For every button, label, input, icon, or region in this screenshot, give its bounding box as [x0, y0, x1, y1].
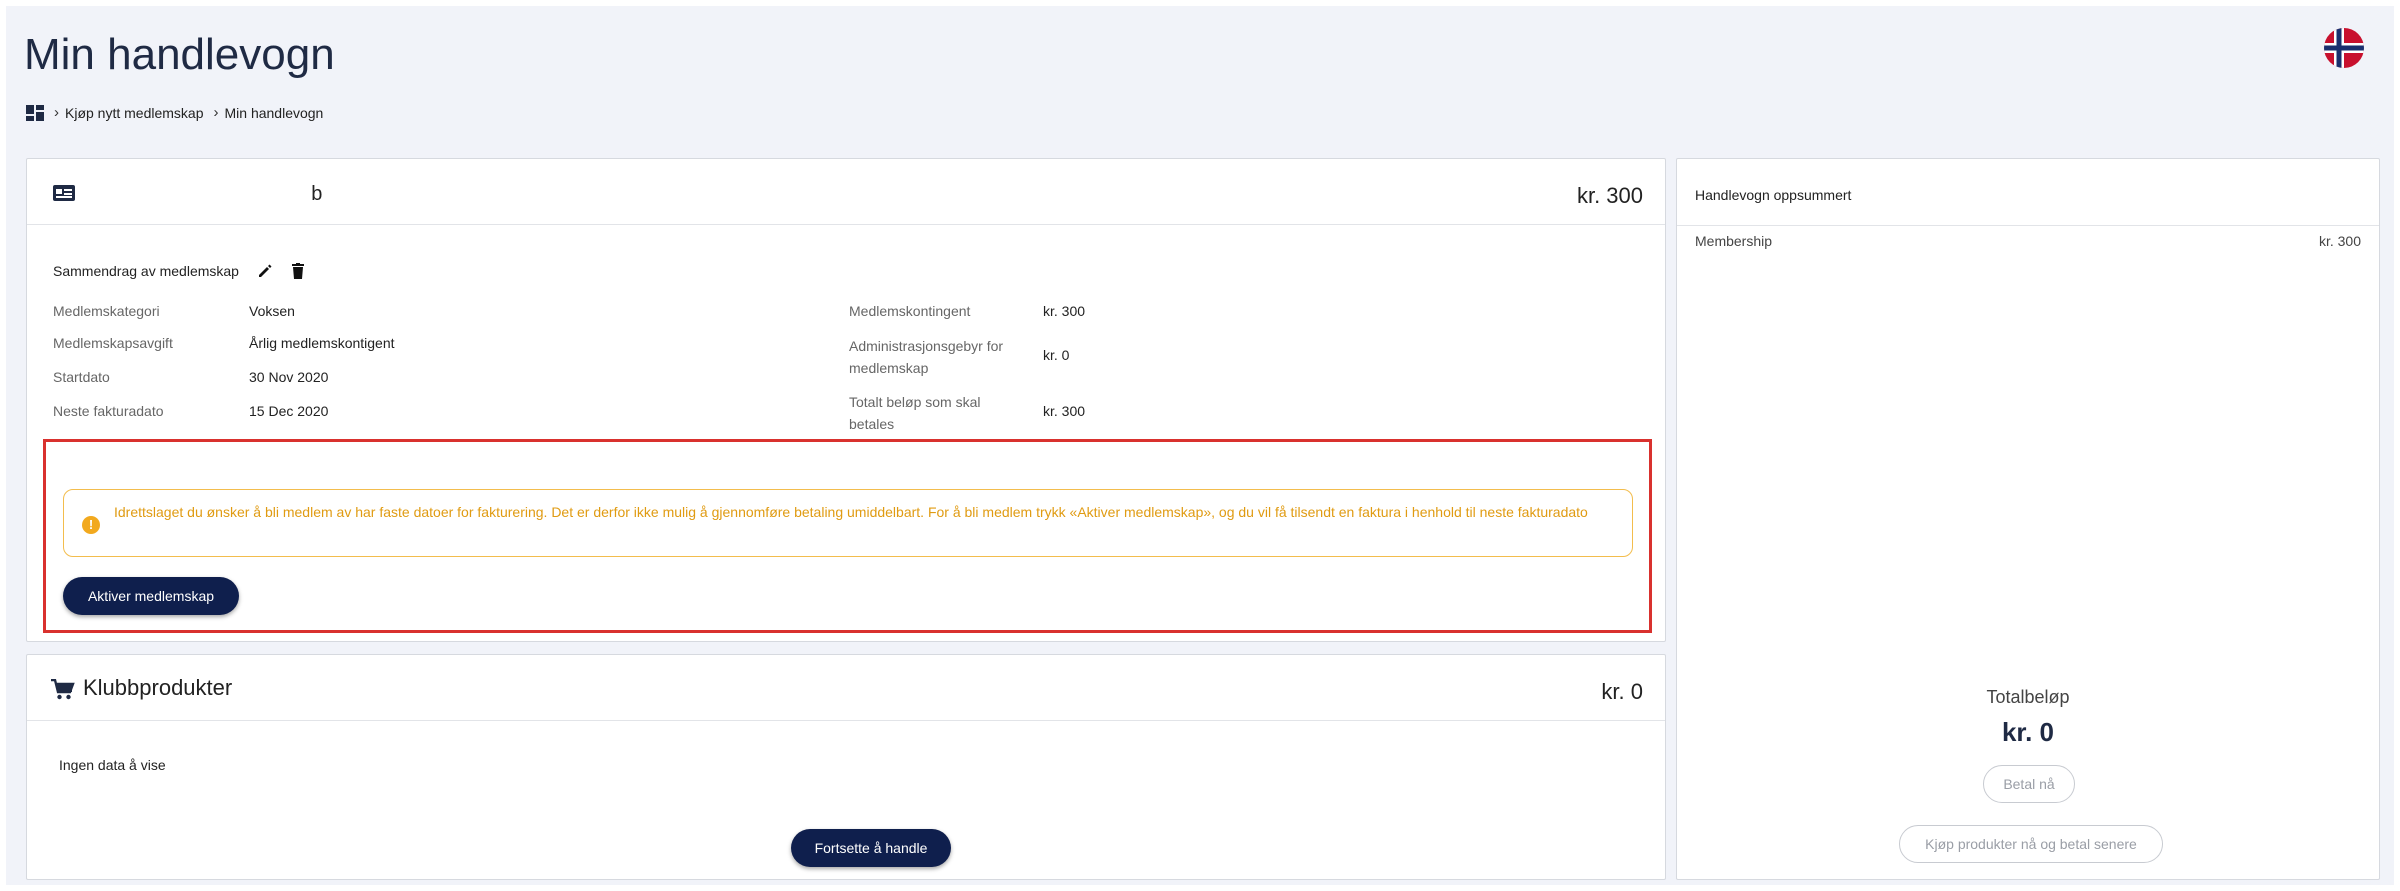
- detail-value: 30 Nov 2020: [249, 369, 328, 385]
- detail-value-text: Voksen: [249, 303, 295, 319]
- detail-value: kr. 300: [1043, 303, 1085, 319]
- membership-summary-header: Sammendrag av medlemskap: [53, 263, 305, 279]
- detail-value: kr. 0: [1043, 347, 1069, 363]
- continue-shopping-button[interactable]: Fortsette å handle: [791, 829, 951, 867]
- divider: [1677, 225, 2379, 226]
- detail-value-text: kr. 300: [1043, 403, 1086, 419]
- activate-membership-button[interactable]: Aktiver medlemskap: [63, 577, 239, 615]
- breadcrumb: › Kjøp nytt medlemskap › Min handlevogn: [26, 104, 323, 121]
- products-title: Klubbprodukter: [83, 675, 233, 700]
- chevron-right-icon: ›: [54, 104, 59, 121]
- detail-label: Medlemskontingent: [849, 303, 971, 319]
- detail-value-text: kr. 300: [1043, 303, 1086, 319]
- breadcrumb-item-cart: Min handlevogn: [224, 104, 324, 121]
- detail-label: Startdato: [53, 369, 110, 385]
- products-card-header: Klubbprodukter kr. 0: [27, 655, 1665, 721]
- cart-icon: [51, 678, 75, 706]
- empty-state-text: Ingen data å vise: [59, 757, 166, 773]
- cart-summary-card: Handlevogn oppsummert Membership kr. 300…: [1676, 158, 2380, 880]
- detail-value-text: kr. 0: [1043, 347, 1070, 363]
- detail-row: Neste fakturadato: [53, 403, 164, 419]
- detail-value: 15 Dec 2020: [249, 403, 328, 419]
- detail-label: Administrasjonsgebyr for medlemskap: [849, 338, 1004, 376]
- detail-label: Medlemskategori: [53, 303, 160, 319]
- detail-label: Medlemskapsavgift: [53, 335, 173, 351]
- membership-card: ubb kr. 300 Sammendrag av medlemskap Med…: [26, 158, 1666, 642]
- membership-price: kr. 300: [1576, 183, 1643, 208]
- app-window: Min handlevogn › Kjøp nytt medlemskap › …: [6, 6, 2394, 885]
- chevron-right-icon: ›: [213, 104, 219, 121]
- pencil-icon[interactable]: [257, 263, 273, 279]
- detail-value: Voksen: [249, 303, 295, 319]
- detail-row: Totalt beløp som skal betales: [849, 391, 1019, 435]
- total-value: kr. 0: [2001, 717, 2055, 747]
- detail-value: kr. 300: [1043, 403, 1085, 419]
- redacted-area: [89, 177, 311, 209]
- pay-now-button[interactable]: Betal nå: [1983, 765, 2075, 803]
- detail-label: Totalt beløp som skal betales: [849, 394, 981, 432]
- detail-row: Medlemskapsavgift: [53, 335, 173, 351]
- detail-value-text: 15 Dec 2020: [249, 403, 329, 419]
- summary-item-price: kr. 300: [2318, 233, 2361, 249]
- page-title: Min handlevogn: [24, 30, 335, 79]
- membership-card-header: ubb kr. 300: [27, 159, 1665, 225]
- dashboard-icon[interactable]: [26, 104, 44, 121]
- trash-icon[interactable]: [291, 263, 305, 279]
- detail-row: Medlemskontingent: [849, 303, 1029, 319]
- membership-summary-title: Sammendrag av medlemskap: [53, 263, 239, 279]
- detail-row: Medlemskategori: [53, 303, 160, 319]
- alert-text: Idrettslaget du ønsker å bli medlem av h…: [114, 504, 1588, 520]
- detail-value-text: 30 Nov 2020: [249, 369, 329, 385]
- total-label: Totalbeløp: [1986, 687, 2070, 707]
- membership-card-icon: [53, 185, 75, 206]
- info-icon: !: [82, 516, 100, 534]
- detail-label: Neste fakturadato: [53, 403, 164, 419]
- billing-info-alert: ! Idrettslaget du ønsker å bli medlem av…: [63, 489, 1633, 557]
- club-products-card: Klubbprodukter kr. 0 Ingen data å vise F…: [26, 654, 1666, 880]
- detail-row: Administrasjonsgebyr for medlemskap: [849, 335, 1034, 379]
- buy-pay-later-button[interactable]: Kjøp produkter nå og betal senere: [1899, 825, 2163, 863]
- summary-item-label: Membership: [1695, 233, 1773, 249]
- summary-title: Handlevogn oppsummert: [1695, 187, 1852, 203]
- detail-row: Startdato: [53, 369, 110, 385]
- detail-value-text: Årlig medlemskontigent: [249, 335, 395, 351]
- breadcrumb-item-buy-membership[interactable]: Kjøp nytt medlemskap: [65, 105, 204, 121]
- products-price: kr. 0: [1601, 679, 1643, 704]
- detail-value: Årlig medlemskontigent: [249, 335, 395, 351]
- norway-flag-icon[interactable]: [2324, 28, 2364, 68]
